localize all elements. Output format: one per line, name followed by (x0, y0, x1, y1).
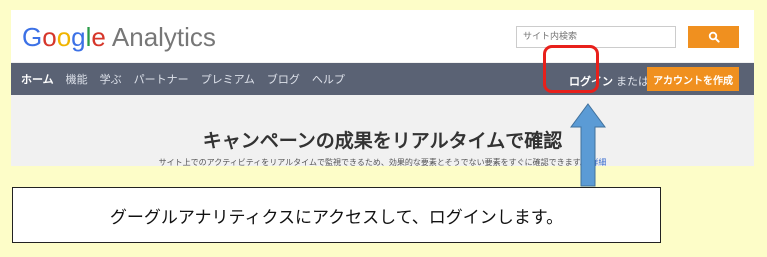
analytics-screenshot: GoogleAnalytics ホーム 機能 学ぶ パートナー プレミアム ブロ… (11, 10, 754, 166)
nav-item-features[interactable]: 機能 (66, 71, 88, 87)
site-header: Google Analytics (11, 10, 754, 62)
logo-letter: o (56, 22, 72, 52)
up-arrow-icon (570, 103, 606, 187)
logo-letter: o (42, 22, 57, 52)
logo-letter: G (22, 22, 43, 52)
logo-letter: e (91, 22, 106, 52)
create-account-button[interactable]: アカウントを作成 (647, 67, 739, 91)
hero-title: キャンペーンの成果をリアルタイムで確認 (202, 130, 563, 152)
search-button[interactable] (688, 26, 739, 48)
hero-subtitle: サイト上でのアクティビティをリアルタイムで監視できるため、効果的な要素とそうでな… (11, 157, 754, 166)
nav-item-premium[interactable]: プレミアム (201, 71, 255, 87)
logo-product-name: Analytics (111, 22, 216, 52)
logo-letter: g (71, 22, 86, 52)
nav-item-partners[interactable]: パートナー (134, 71, 189, 87)
site-search-input[interactable] (516, 26, 676, 48)
google-analytics-logo[interactable]: Google Analytics (22, 22, 216, 52)
or-text: または (616, 75, 649, 88)
nav-item-learn[interactable]: 学ぶ (100, 71, 122, 87)
nav-item-help[interactable]: ヘルプ (312, 71, 345, 87)
nav-item-blog[interactable]: ブログ (267, 71, 300, 87)
instruction-caption: グーグルアナリティクスにアクセスして、ログインします。 (12, 187, 661, 243)
nav-item-home[interactable]: ホーム (21, 71, 54, 87)
login-highlight-circle (543, 45, 599, 93)
search-icon (708, 31, 720, 43)
main-nav: ホーム 機能 学ぶ パートナー プレミアム ブログ ヘルプ ログイン または ア… (11, 63, 754, 95)
hero-subtitle-text: サイト上でのアクティビティをリアルタイムで監視できるため、効果的な要素とそうでな… (158, 158, 588, 166)
